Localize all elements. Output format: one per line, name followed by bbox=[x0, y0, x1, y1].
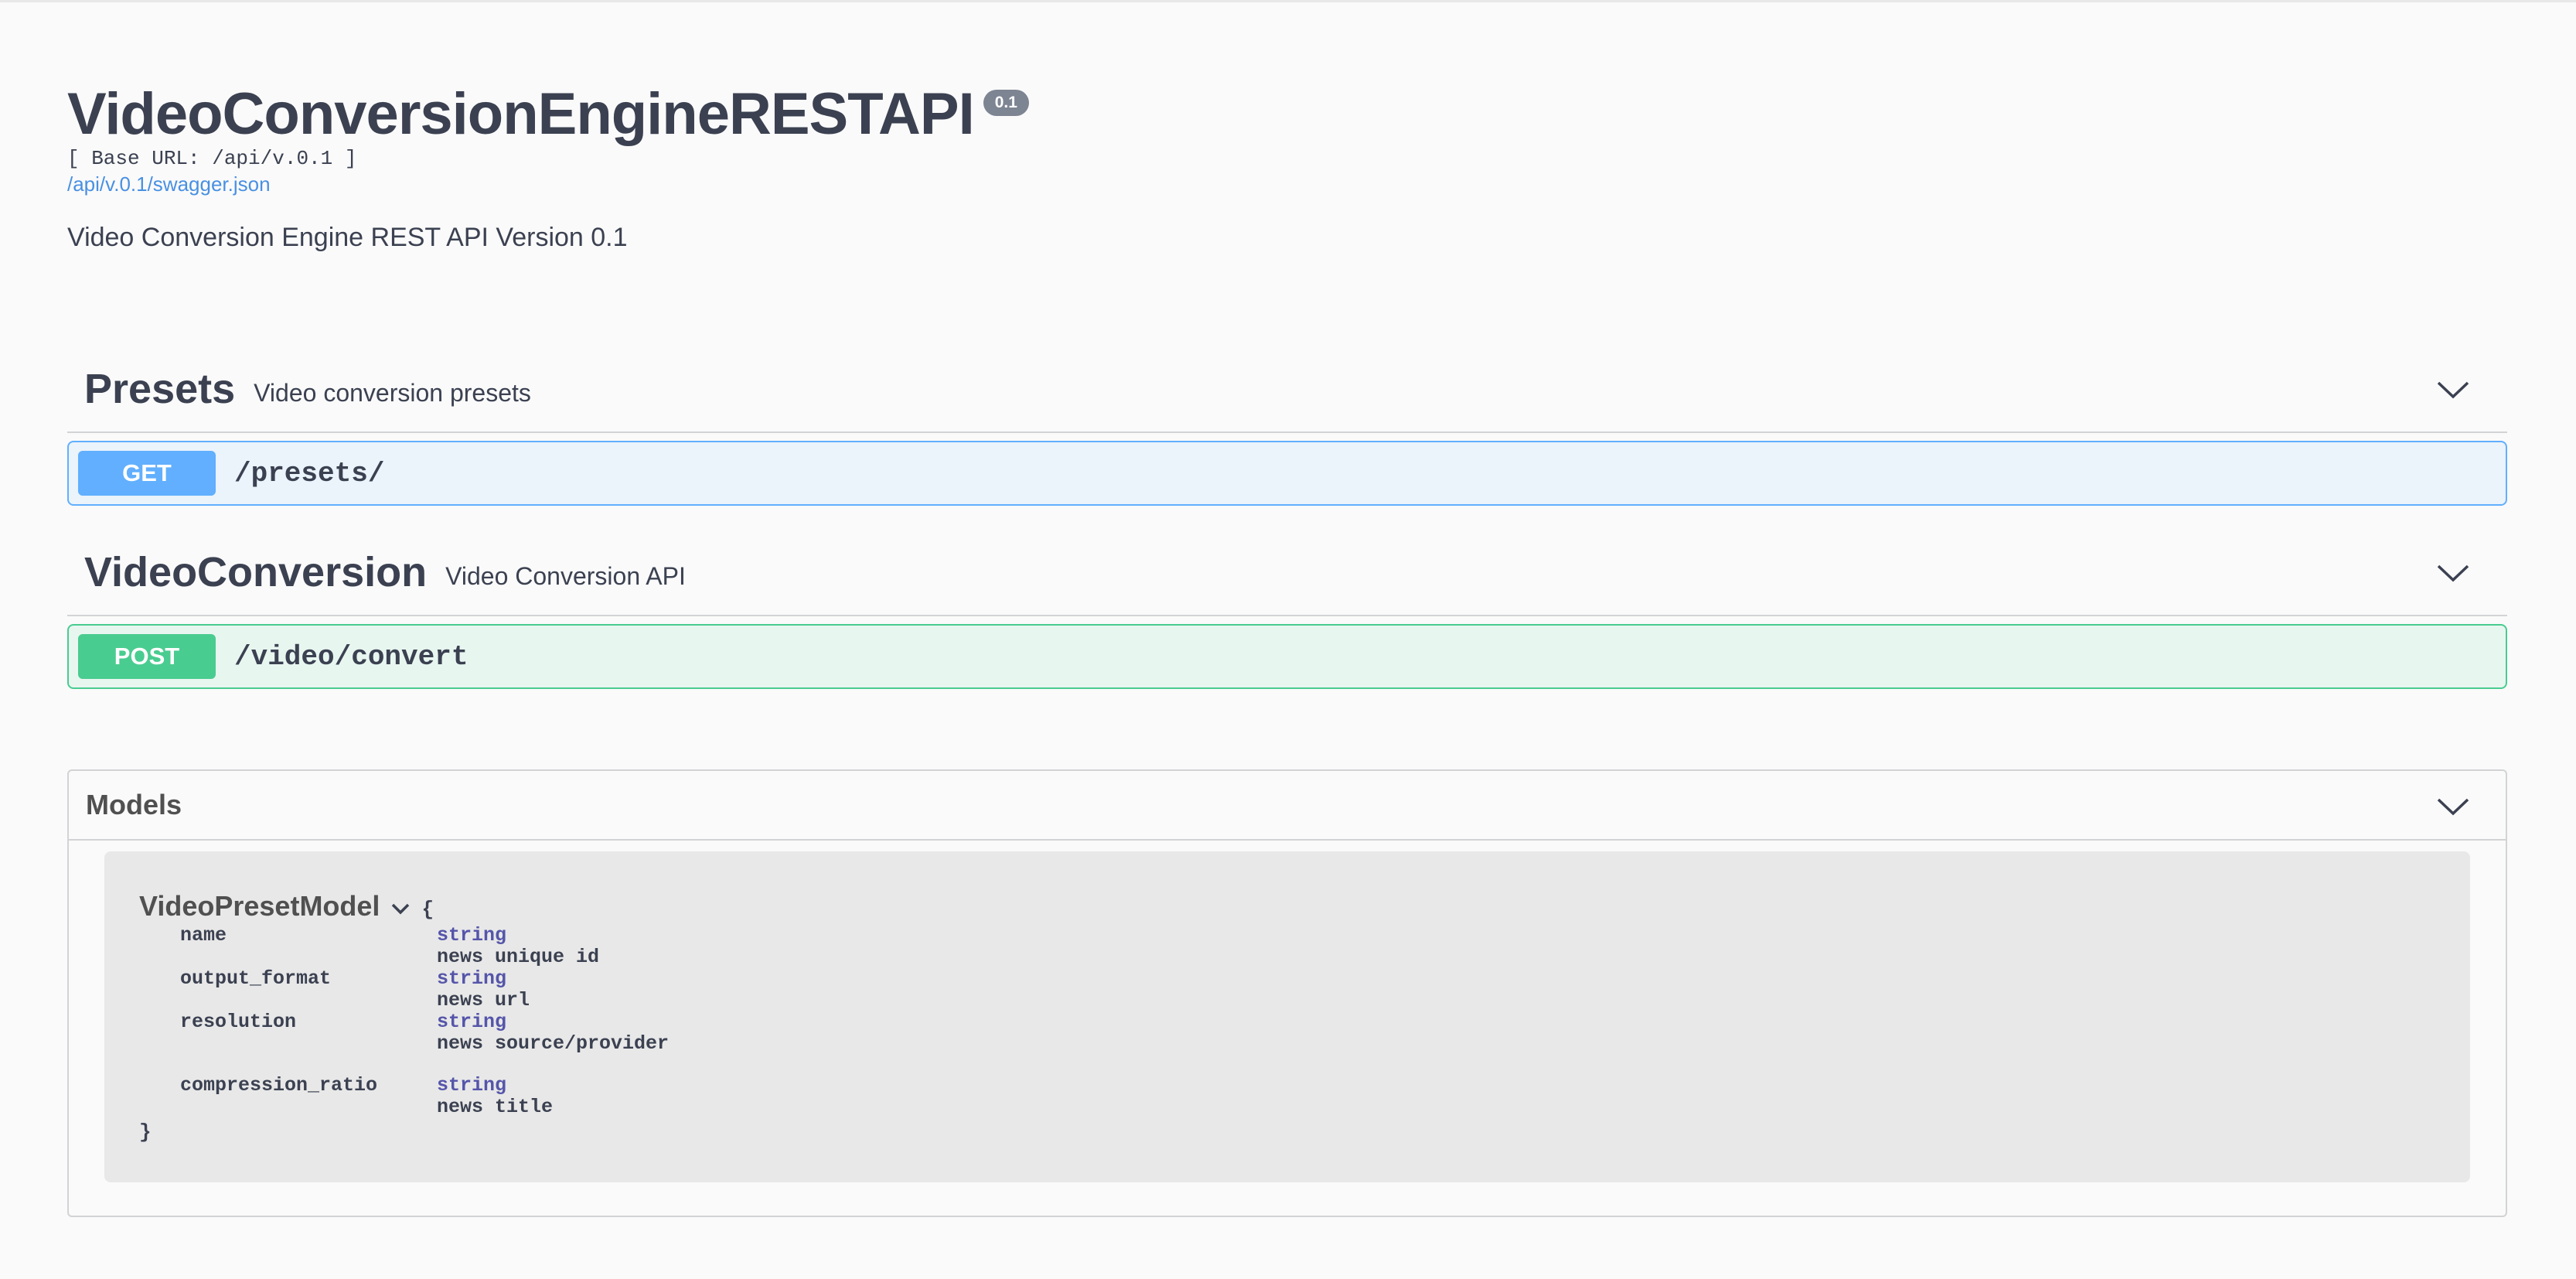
operation-path: /video/convert bbox=[234, 640, 469, 673]
operation-get-presets[interactable]: GET /presets/ bbox=[67, 441, 2507, 506]
tag-header-videoconversion[interactable]: VideoConversion Video Conversion API bbox=[67, 530, 2507, 616]
property-type: string bbox=[437, 1011, 507, 1033]
property-name: name bbox=[180, 924, 227, 946]
method-badge-get: GET bbox=[78, 451, 216, 496]
swagger-json-link[interactable]: /api/v.0.1/swagger.json bbox=[67, 170, 271, 198]
operation-path: /presets/ bbox=[234, 457, 385, 489]
models-section: Models VideoPresetModel { name string ne… bbox=[67, 769, 2507, 1217]
api-title: VideoConversionEngineRESTAPI bbox=[67, 81, 975, 147]
property-name: resolution bbox=[180, 1011, 297, 1033]
tag-section-presets: Presets Video conversion presets GET /pr… bbox=[67, 346, 2507, 506]
close-brace: } bbox=[139, 1120, 152, 1144]
chevron-down-icon[interactable] bbox=[390, 902, 411, 915]
model-name[interactable]: VideoPresetModel bbox=[139, 890, 380, 923]
property-description: news unique id bbox=[437, 946, 600, 968]
property-description: news source/provider bbox=[437, 1032, 670, 1055]
title-row: VideoConversionEngineRESTAPI 0.1 bbox=[67, 77, 2510, 152]
property-description: news url bbox=[437, 989, 530, 1011]
tag-description: Video conversion presets bbox=[254, 378, 531, 407]
property-name: output_format bbox=[180, 967, 332, 990]
chevron-down-icon[interactable] bbox=[2436, 380, 2470, 399]
api-info: VideoConversionEngineRESTAPI 0.1 [ Base … bbox=[67, 77, 2510, 254]
chevron-down-icon[interactable] bbox=[2436, 564, 2470, 582]
models-title: Models bbox=[86, 789, 182, 820]
method-badge-post: POST bbox=[78, 634, 216, 679]
models-header[interactable]: Models bbox=[69, 771, 2506, 841]
model-container: VideoPresetModel { name string news uniq… bbox=[104, 851, 2470, 1182]
operation-post-video-convert[interactable]: POST /video/convert bbox=[67, 624, 2507, 689]
open-brace: { bbox=[421, 898, 434, 921]
tag-name: VideoConversion bbox=[84, 549, 428, 595]
chevron-down-icon[interactable] bbox=[2436, 797, 2470, 816]
property-name: compression_ratio bbox=[180, 1074, 378, 1097]
version-badge: 0.1 bbox=[983, 90, 1029, 116]
property-type: string bbox=[437, 924, 507, 946]
property-type: string bbox=[437, 967, 507, 990]
top-border bbox=[0, 0, 2576, 2]
property-type: string bbox=[437, 1074, 507, 1097]
tag-name: Presets bbox=[84, 366, 236, 412]
tag-section-videoconversion: VideoConversion Video Conversion API POS… bbox=[67, 530, 2507, 689]
api-description: Video Conversion Engine REST API Version… bbox=[67, 223, 628, 252]
property-description: news title bbox=[437, 1096, 554, 1118]
tag-header-presets[interactable]: Presets Video conversion presets bbox=[67, 346, 2507, 433]
model-title-row[interactable]: VideoPresetModel { bbox=[139, 890, 434, 923]
tag-description: Video Conversion API bbox=[445, 561, 686, 590]
